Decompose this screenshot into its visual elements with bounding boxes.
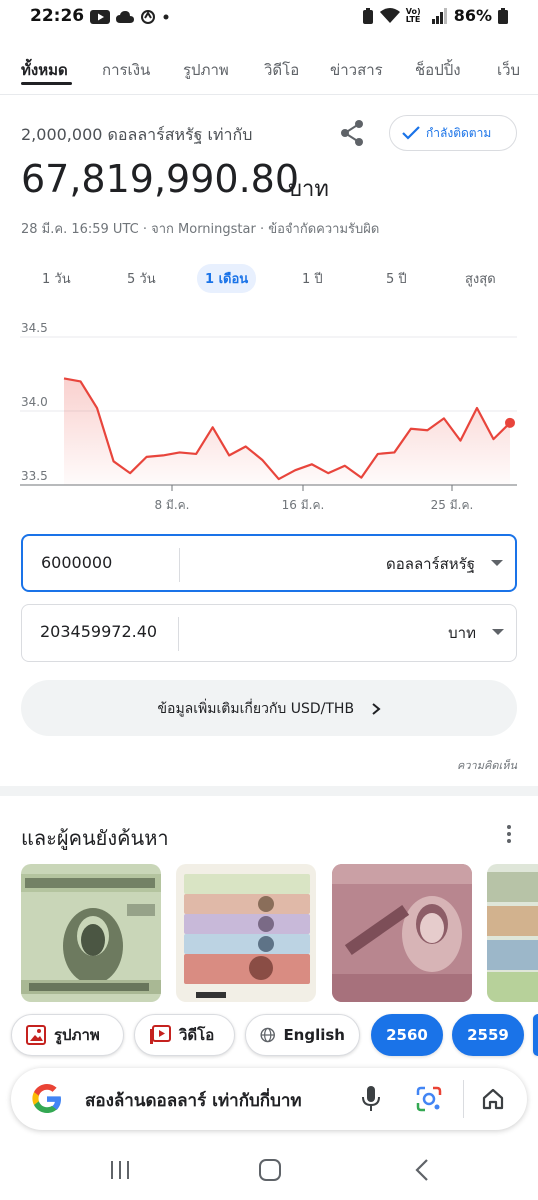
feedback-link[interactable]: ความคิดเห็น (457, 756, 517, 774)
notification-icons (90, 9, 170, 25)
range-1-month[interactable]: 1 เดือน (197, 264, 257, 293)
rate-source-meta: 28 มี.ค. 16:59 UTC · จาก Morningstar · ข… (21, 222, 380, 237)
wifi-icon (379, 7, 400, 23)
chip-year-2560-label: 2560 (386, 1026, 428, 1044)
back-icon[interactable] (414, 1158, 430, 1182)
tab-videos[interactable]: วิดีโอ (264, 58, 299, 82)
follow-button[interactable]: กำลังติดตาม (389, 115, 517, 151)
chip-partial[interactable] (533, 1014, 538, 1056)
chart-last-point (505, 417, 515, 428)
search-query[interactable]: สองล้านดอลลาร์ เท่ากับกี่บาท (85, 1087, 302, 1114)
status-bar: 22:26 Vo) LTE 86% (0, 0, 538, 36)
x-tick-label: 25 มี.ค. (431, 498, 474, 512)
from-amount-input[interactable]: 6000000 (41, 553, 112, 572)
y-tick-label: 33.5 (21, 469, 48, 483)
network-label: Vo) LTE (405, 6, 421, 24)
chip-year-2559-label: 2559 (467, 1026, 509, 1044)
x-tick-label: 8 มี.ค. (154, 498, 189, 512)
chevron-right-icon (371, 703, 381, 715)
dot-icon (163, 14, 169, 20)
range-max[interactable]: สูงสุด (465, 268, 496, 289)
system-nav-bar (0, 1140, 538, 1200)
chip-english-label: English (283, 1026, 345, 1044)
google-logo-icon (32, 1084, 61, 1113)
chip-year-2559[interactable]: 2559 (452, 1014, 524, 1056)
battery-percent: 86% (453, 6, 492, 25)
google-lens-icon[interactable] (415, 1085, 443, 1113)
tab-all[interactable]: ทั้งหมด (21, 58, 68, 82)
conversion-title: 2,000,000 ดอลลาร์สหรัฐ เท่ากับ (21, 125, 253, 144)
youtube-icon (90, 10, 110, 24)
range-1-year[interactable]: 1 ปี (302, 268, 323, 289)
thumbnail-dollar-bill[interactable] (21, 864, 161, 1002)
chevron-down-icon[interactable] (492, 629, 504, 635)
chip-images[interactable]: รูปภาพ (11, 1014, 124, 1056)
field-divider (178, 617, 179, 651)
section-divider (0, 786, 538, 796)
chip-videos[interactable]: วิดีโอ (134, 1014, 235, 1056)
more-info-button[interactable]: ข้อมูลเพิ่มเติมเกี่ยวกับ USD/THB (21, 680, 517, 736)
check-icon (402, 126, 420, 140)
chip-images-label: รูปภาพ (54, 1026, 100, 1044)
from-amount-field[interactable]: 6000000 ดอลลาร์สหรัฐ (21, 534, 517, 592)
range-5-year[interactable]: 5 ปี (386, 268, 407, 289)
converted-amount: 67,819,990.80 (21, 157, 300, 201)
converted-unit: บาท (288, 177, 329, 202)
image-icon (26, 1025, 46, 1045)
search-tabs: ทั้งหมด การเงิน รูปภาพ วิดีโอ ข่าวสาร ช็… (0, 40, 538, 95)
signal-icon (431, 7, 447, 24)
globe-icon (260, 1027, 275, 1043)
range-5-day[interactable]: 5 วัน (127, 268, 156, 289)
microphone-icon[interactable] (361, 1085, 381, 1113)
active-tab-indicator (21, 82, 72, 85)
tab-finance[interactable]: การเงิน (102, 58, 150, 82)
share-icon[interactable] (337, 118, 367, 148)
home-nav-icon[interactable] (258, 1158, 282, 1182)
people-also-search-title: และผู้คนยังค้นหา (21, 826, 169, 850)
x-tick-label: 16 มี.ค. (282, 498, 325, 512)
follow-label: กำลังติดตาม (426, 125, 492, 140)
tab-images[interactable]: รูปภาพ (183, 58, 229, 82)
chip-year-2560[interactable]: 2560 (371, 1014, 443, 1056)
home-icon[interactable] (481, 1087, 505, 1111)
tab-news[interactable]: ข่าวสาร (330, 58, 383, 82)
search-bar-divider (463, 1080, 464, 1118)
range-1-day[interactable]: 1 วัน (42, 268, 71, 289)
to-amount-input[interactable]: 203459972.40 (40, 622, 157, 641)
field-divider (179, 548, 180, 582)
status-right: Vo) LTE 86% (362, 6, 508, 25)
more-info-label: ข้อมูลเพิ่มเติมเกี่ยวกับ USD/THB (21, 698, 517, 720)
y-tick-label: 34.5 (21, 321, 48, 335)
battery-icon (498, 7, 508, 24)
status-time: 22:26 (30, 6, 85, 26)
video-icon (150, 1025, 171, 1044)
more-options-icon[interactable] (504, 824, 514, 844)
more-info-text: ข้อมูลเพิ่มเติมเกี่ยวกับ USD/THB (157, 701, 355, 717)
cloud-icon (116, 11, 134, 23)
to-amount-field[interactable]: 203459972.40 บาท (21, 604, 517, 662)
battery-saver-icon (362, 7, 373, 24)
thumbnail-euro-notes[interactable] (487, 864, 538, 1002)
chip-videos-label: วิดีโอ (179, 1026, 215, 1044)
chip-english[interactable]: English (245, 1014, 360, 1056)
from-currency-select[interactable]: ดอลลาร์สหรัฐ (386, 552, 475, 576)
search-bar[interactable]: สองล้านดอลลาร์ เท่ากับกี่บาท (11, 1068, 527, 1130)
tab-shopping[interactable]: ช็อปปิ้ง (415, 58, 461, 82)
exchange-rate-chart[interactable]: 34.5 34.0 33.5 8 มี.ค. 16 มี.ค. 25 มี.ค. (0, 320, 538, 520)
app-notification-icon (141, 10, 155, 24)
recent-apps-icon[interactable] (108, 1159, 132, 1181)
chevron-down-icon[interactable] (491, 560, 503, 566)
thumbnail-yuan-notes[interactable] (176, 864, 316, 1002)
thumbnail-pound-note[interactable] (332, 864, 472, 1002)
tab-web[interactable]: เว็บ (497, 58, 520, 82)
chart-area-fill (64, 378, 510, 485)
to-currency-select[interactable]: บาท (448, 621, 476, 645)
y-tick-label: 34.0 (21, 395, 48, 409)
